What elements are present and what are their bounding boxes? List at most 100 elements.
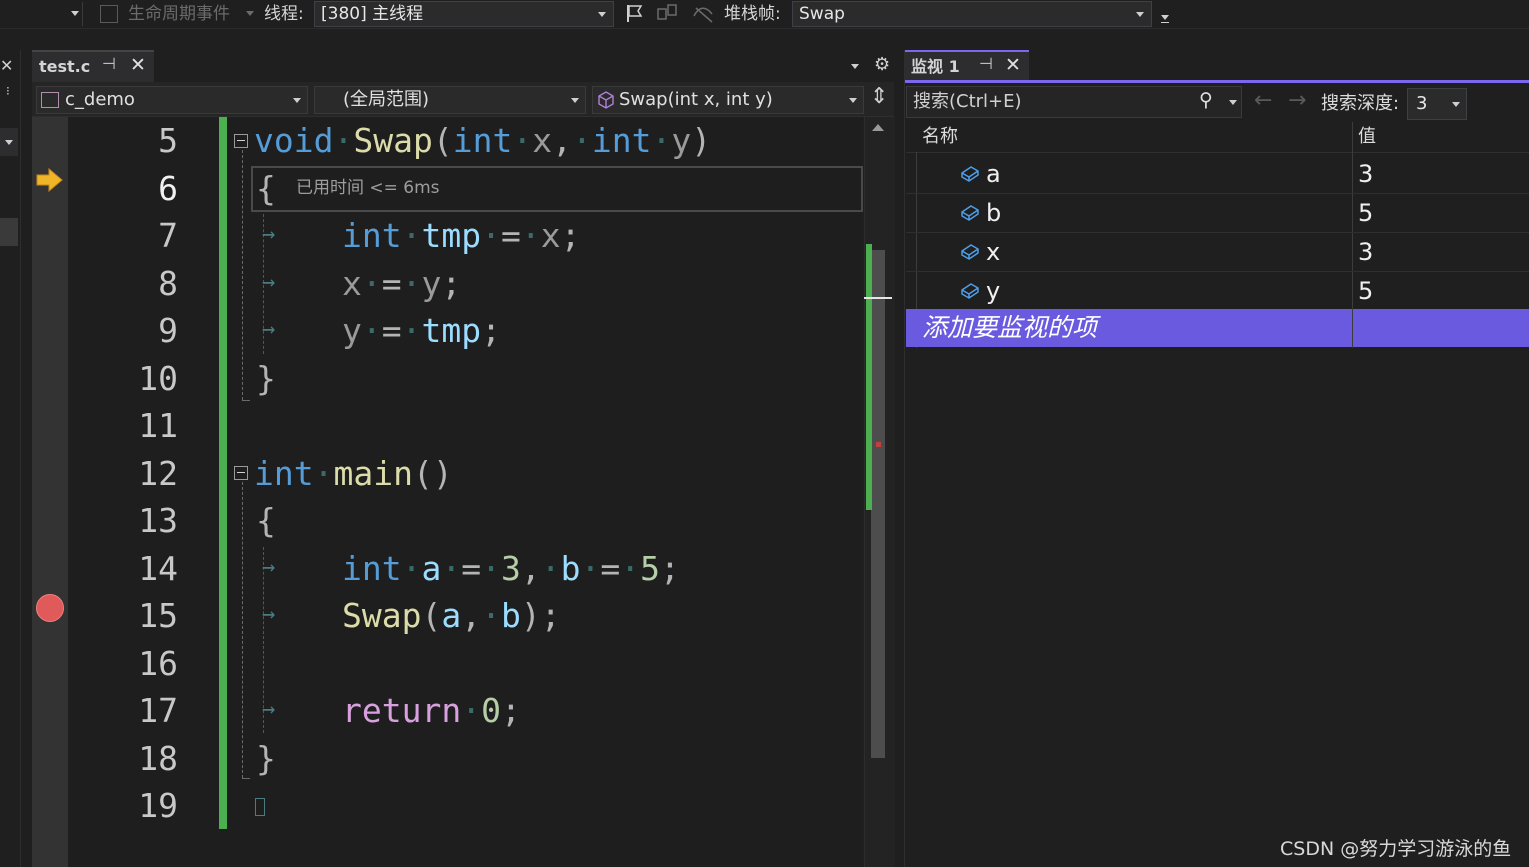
scrollbar-thumb[interactable]: [871, 250, 885, 758]
watch-row-name: x: [986, 238, 1001, 266]
perf-tip-elapsed[interactable]: 已用时间 <= 6ms: [296, 176, 440, 200]
close-icon[interactable]: ✕: [0, 56, 13, 75]
line-number-current: 6: [158, 169, 178, 208]
breakpoint-icon[interactable]: [36, 594, 64, 622]
watermark-text: CSDN @努力学习游泳的鱼: [1280, 838, 1512, 860]
project-select[interactable]: c_demo: [36, 86, 308, 114]
local-variable-icon: [961, 166, 979, 182]
watch-row-name: b: [986, 199, 1002, 227]
overflow-dots-icon[interactable]: ⁝: [6, 84, 10, 98]
tab-list-dropdown-icon[interactable]: [851, 64, 859, 69]
chevron-down-icon: [1136, 12, 1144, 17]
code-line: int·a·=·3,·b·=·5;: [342, 549, 680, 588]
line-number: 8: [158, 264, 178, 303]
watch-row[interactable]: a 3: [906, 155, 1529, 194]
scrollbar-change-marker: [866, 244, 872, 510]
tab-watch-1[interactable]: 监视 1 ⊣ ✕: [905, 50, 1029, 82]
glyph-margin[interactable]: [32, 117, 68, 867]
scope-select-value: (全局范围): [343, 89, 430, 110]
scope-select[interactable]: (全局范围): [314, 86, 586, 114]
line-number: 10: [138, 359, 178, 398]
tab-whitespace-icon: →: [262, 270, 276, 295]
tab-test-c[interactable]: test.c ⊣ ✕: [32, 50, 154, 82]
add-watch-item-placeholder: 添加要监视的项: [922, 313, 1098, 342]
scrollbar-caret-marker: [864, 297, 892, 299]
add-watch-item-row[interactable]: 添加要监视的项: [906, 309, 1529, 347]
search-depth-label: 搜索深度:: [1321, 93, 1400, 114]
thread-select[interactable]: [380] 主线程: [314, 1, 614, 27]
collapse-region-icon[interactable]: [234, 466, 248, 480]
line-number: 18: [138, 739, 178, 778]
current-statement-arrow-icon: [36, 168, 63, 192]
column-header-name[interactable]: 名称: [922, 122, 958, 152]
watch-row-value[interactable]: 3: [1358, 233, 1373, 271]
thread-label: 线程:: [264, 4, 304, 24]
active-panel-accent: [905, 80, 1529, 83]
watch-search-input[interactable]: 搜索(Ctrl+E) ⚲: [906, 86, 1242, 118]
function-select[interactable]: Swap(int x, int y): [592, 86, 864, 114]
chevron-down-icon: [849, 98, 857, 103]
local-variable-icon: [961, 283, 979, 299]
watch-row-value[interactable]: 5: [1358, 194, 1373, 232]
lifecycle-events-label[interactable]: 生命周期事件: [128, 0, 230, 28]
tab-label: test.c: [39, 57, 91, 76]
debug-toolbar: 生命周期事件 线程: [380] 主线程 堆栈帧: Swap: [0, 0, 1529, 29]
pin-icon[interactable]: ⊣: [979, 54, 993, 73]
flag-icon[interactable]: [624, 3, 644, 23]
code-line: int·tmp·=·x;: [342, 216, 581, 255]
watch-row-value[interactable]: 5: [1358, 272, 1373, 310]
code-line: }: [256, 359, 276, 398]
collapsed-panel-item[interactable]: [0, 128, 18, 156]
close-tab-icon[interactable]: ✕: [1005, 54, 1021, 76]
flag-threads-icon[interactable]: [656, 3, 680, 23]
lifecycle-events-icon[interactable]: [100, 5, 118, 23]
column-header-value[interactable]: 值: [1358, 122, 1376, 152]
search-back-icon[interactable]: ←: [1254, 88, 1272, 113]
line-number: 12: [138, 454, 178, 493]
split-editor-icon[interactable]: ⇕: [870, 84, 888, 109]
watch-search-placeholder: 搜索(Ctrl+E): [913, 91, 1022, 112]
tab-whitespace-icon: →: [262, 602, 276, 627]
watch-row[interactable]: x 3: [906, 233, 1529, 272]
code-line: {: [256, 169, 276, 208]
collapse-region-icon[interactable]: [234, 134, 248, 148]
column-divider: [1352, 309, 1353, 347]
toolbar-overflow-icon[interactable]: [1161, 15, 1169, 20]
code-line: y·=·tmp;: [342, 311, 501, 350]
code-line: x·=·y;: [342, 264, 462, 303]
thread-select-value: [380] 主线程: [321, 4, 424, 24]
code-line: int·main(): [254, 454, 453, 493]
chevron-down-icon[interactable]: [246, 11, 254, 16]
watch-row-value[interactable]: 3: [1358, 155, 1373, 193]
chevron-down-icon[interactable]: [71, 11, 79, 16]
stackframe-select[interactable]: Swap: [792, 1, 1152, 27]
line-number: 13: [138, 501, 178, 540]
pin-icon[interactable]: ⊣: [102, 54, 116, 73]
chevron-down-icon: [598, 12, 606, 17]
line-number: 7: [158, 216, 178, 255]
search-icon[interactable]: ⚲: [1199, 89, 1213, 111]
function-select-value: Swap(int x, int y): [619, 89, 773, 110]
tab-label: 监视 1: [911, 57, 960, 76]
code-line: return·0;: [342, 691, 521, 730]
tab-whitespace-icon: →: [262, 222, 276, 247]
text-caret: [255, 798, 265, 816]
search-forward-icon[interactable]: →: [1288, 88, 1306, 113]
scroll-up-icon[interactable]: [872, 124, 884, 131]
line-number: 5: [158, 121, 178, 160]
watch-row[interactable]: y 5: [906, 272, 1529, 311]
chevron-down-icon[interactable]: [1229, 100, 1237, 105]
tab-whitespace-icon: →: [262, 697, 276, 722]
toggle-stackframe-icon[interactable]: [692, 4, 716, 24]
toolbar-divider: [82, 2, 83, 26]
collapsed-panel-item[interactable]: [0, 218, 18, 246]
project-icon: [41, 92, 59, 108]
change-tracking-bar: [219, 117, 227, 829]
gear-icon[interactable]: ⚙: [874, 54, 890, 75]
line-number: 17: [138, 691, 178, 730]
code-line: void·Swap(int·x,·int·y): [254, 121, 712, 160]
search-depth-select[interactable]: 3: [1407, 88, 1467, 120]
watch-row[interactable]: b 5: [906, 194, 1529, 233]
watch-row-name: y: [986, 277, 1001, 305]
close-tab-icon[interactable]: ✕: [130, 54, 146, 76]
